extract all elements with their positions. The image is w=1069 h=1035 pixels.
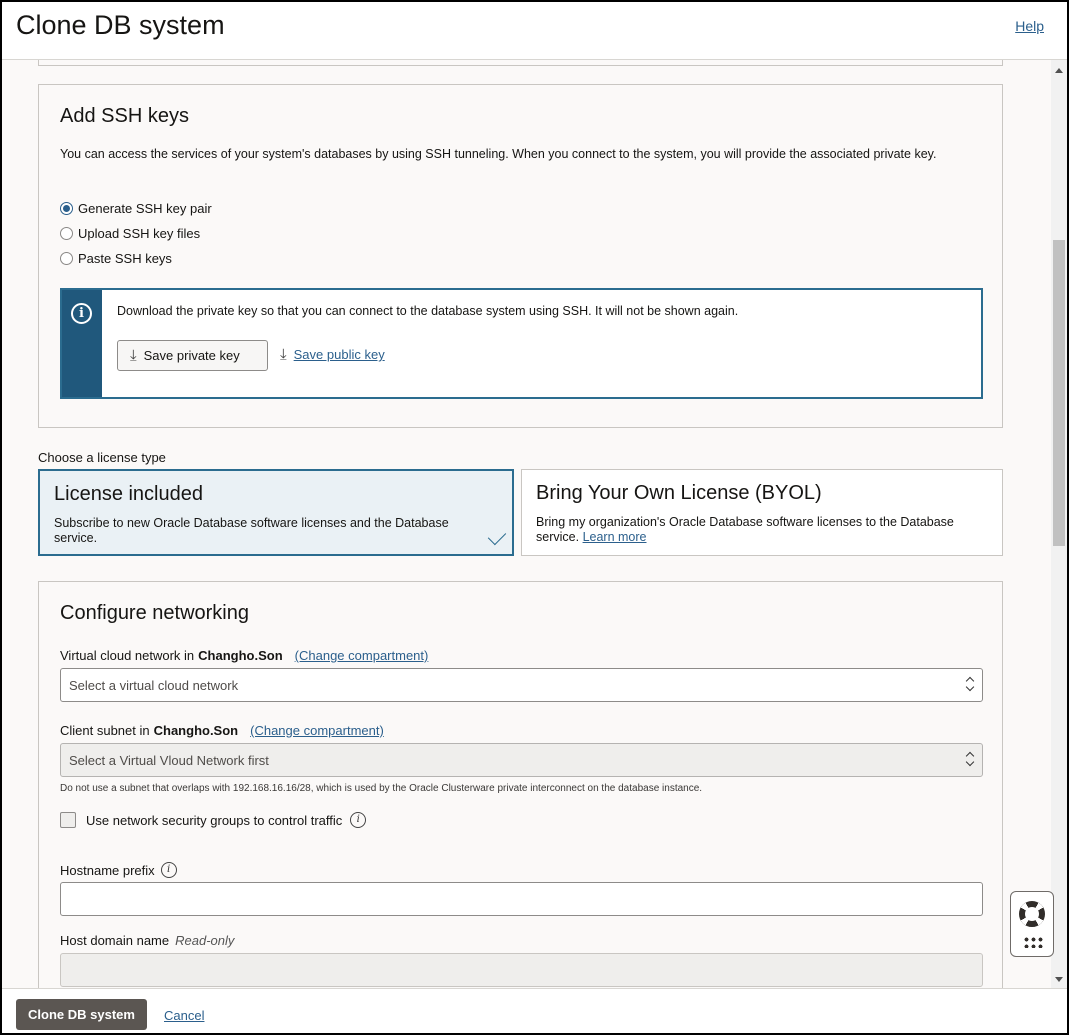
- help-link[interactable]: Help: [1015, 18, 1044, 34]
- vertical-scrollbar[interactable]: [1051, 60, 1067, 988]
- learn-more-link[interactable]: Learn more: [583, 530, 647, 544]
- checkmark-icon: [487, 526, 507, 546]
- subnet-select-value: Select a Virtual Vloud Network first: [69, 753, 269, 768]
- license-option-description: Subscribe to new Oracle Database softwar…: [54, 516, 449, 545]
- radio-upload-ssh[interactable]: Upload SSH key files: [60, 224, 200, 242]
- notice-text: Download the private key so that you can…: [117, 304, 739, 318]
- save-private-key-label: Save private key: [143, 348, 240, 363]
- radio-generate-ssh[interactable]: Generate SSH key pair: [60, 199, 212, 217]
- nsg-label: Use network security groups to control t…: [86, 812, 343, 828]
- hostname-label-text: Hostname prefix: [60, 862, 155, 878]
- host-domain-label: Host domain name Read-only: [60, 933, 234, 948]
- scroll-panel[interactable]: Add SSH keys You can access the services…: [2, 60, 1051, 988]
- subnet-hint: Do not use a subnet that overlaps with 1…: [60, 783, 703, 794]
- vcn-label-text: Virtual cloud network in: [60, 648, 195, 663]
- vcn-label: Virtual cloud network in Changho.Son (Ch…: [60, 648, 428, 663]
- vcn-select[interactable]: Select a virtual cloud network: [60, 668, 983, 702]
- previous-section-card: [38, 60, 1003, 66]
- hostname-prefix-input[interactable]: [60, 882, 983, 916]
- info-notice: i Download the private key so that you c…: [60, 288, 983, 399]
- page-header: Clone DB system Help: [2, 2, 1067, 60]
- save-private-key-button[interactable]: ⤓ Save private key: [117, 340, 268, 371]
- save-public-key-label: Save public key: [293, 347, 385, 362]
- cancel-link[interactable]: Cancel: [164, 1008, 204, 1023]
- ssh-keys-card: Add SSH keys You can access the services…: [38, 84, 1003, 428]
- vcn-select-value: Select a virtual cloud network: [69, 678, 239, 693]
- radio-button[interactable]: [60, 226, 73, 240]
- scrollbar-thumb[interactable]: [1053, 240, 1065, 546]
- help-widget-button[interactable]: [1010, 891, 1054, 957]
- radio-label: Upload SSH key files: [78, 225, 201, 241]
- radio-label: Generate SSH key pair: [78, 200, 212, 216]
- license-option-title: License included: [54, 483, 203, 505]
- subnet-compartment-name: Changho.Son: [153, 723, 239, 738]
- window: Clone DB system Help Add SSH keys You ca…: [0, 0, 1069, 1035]
- host-domain-label-text: Host domain name: [60, 933, 170, 948]
- vcn-compartment-name: Changho.Son: [198, 648, 283, 663]
- subnet-change-compartment-link[interactable]: (Change compartment): [250, 723, 384, 738]
- license-included-card[interactable]: License included Subscribe to new Oracle…: [38, 469, 514, 556]
- download-icon: ⤓: [130, 347, 137, 364]
- chevron-up-down-icon: [967, 752, 975, 768]
- byol-card[interactable]: Bring Your Own License (BYOL) Bring my o…: [521, 469, 1003, 556]
- info-icon[interactable]: i: [350, 812, 367, 828]
- networking-card: Configure networking Virtual cloud netwo…: [38, 581, 1003, 988]
- radio-button[interactable]: [60, 201, 73, 215]
- download-icon: ⤓: [280, 346, 287, 363]
- nsg-checkbox[interactable]: [60, 812, 76, 828]
- scroll-down-icon[interactable]: [1055, 977, 1063, 982]
- info-icon: i: [71, 303, 92, 324]
- nsg-checkbox-row[interactable]: Use network security groups to control t…: [60, 812, 367, 828]
- chevron-up-down-icon: [967, 677, 975, 693]
- license-type-label: Choose a license type: [38, 450, 166, 465]
- vcn-change-compartment-link[interactable]: (Change compartment): [295, 648, 429, 663]
- networking-section-title: Configure networking: [60, 602, 249, 624]
- ssh-section-title: Add SSH keys: [60, 105, 189, 127]
- radio-label: Paste SSH keys: [78, 250, 172, 266]
- ssh-description: You can access the services of your syst…: [60, 147, 937, 161]
- page-footer: Clone DB system Cancel: [2, 988, 1067, 1033]
- subnet-label-text: Client subnet in: [60, 723, 150, 738]
- radio-button[interactable]: [60, 251, 73, 265]
- scroll-up-icon[interactable]: [1055, 68, 1063, 73]
- notice-accent-bar: i: [62, 290, 102, 397]
- radio-paste-ssh[interactable]: Paste SSH keys: [60, 249, 172, 267]
- license-option-title: Bring Your Own License (BYOL): [536, 482, 822, 504]
- read-only-tag: Read-only: [175, 933, 235, 948]
- subnet-label: Client subnet in Changho.Son (Change com…: [60, 723, 384, 738]
- license-option-description: Bring my organization's Oracle Database …: [536, 515, 956, 545]
- page-title: Clone DB system: [16, 10, 225, 40]
- host-domain-input: [60, 953, 983, 987]
- subnet-select[interactable]: Select a Virtual Vloud Network first: [60, 743, 983, 777]
- clone-db-system-button[interactable]: Clone DB system: [16, 999, 147, 1030]
- lifebuoy-icon: [1019, 901, 1045, 927]
- hostname-label: Hostname prefix i: [60, 862, 177, 878]
- apps-grid-icon: [1023, 936, 1043, 948]
- save-public-key-link[interactable]: ⤓ Save public key: [280, 346, 385, 363]
- info-icon[interactable]: i: [160, 862, 177, 878]
